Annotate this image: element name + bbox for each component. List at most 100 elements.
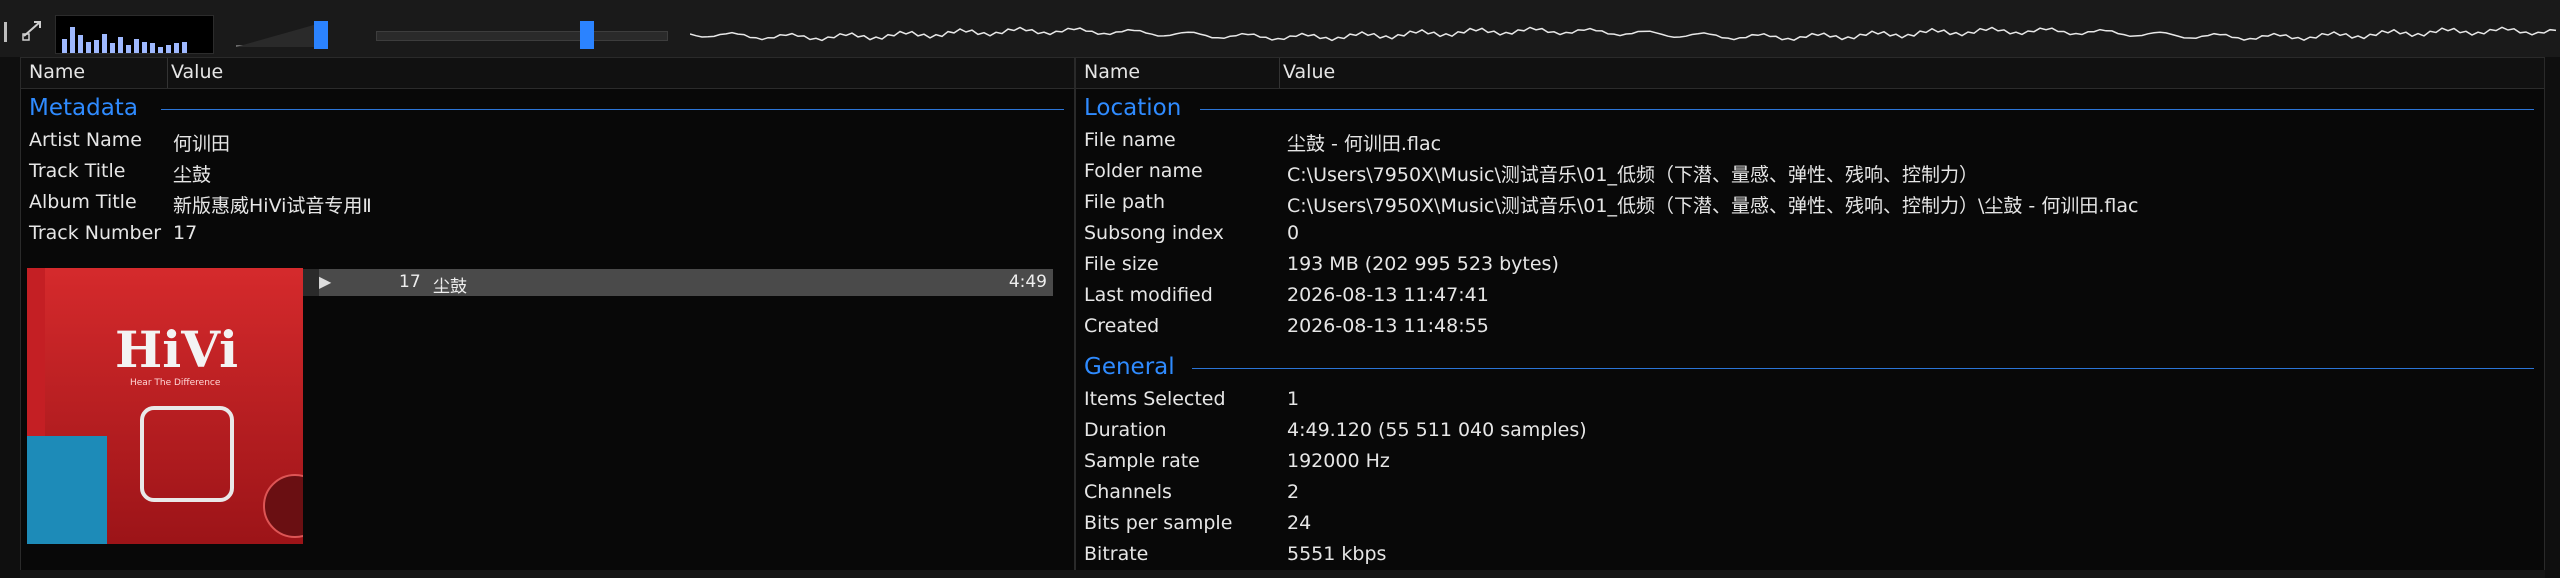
property-value: 2	[1287, 481, 1300, 503]
spectrum-bar	[134, 39, 139, 53]
cd-box-graphic	[27, 436, 107, 544]
track-title: 尘鼓	[433, 277, 467, 297]
properties-column-header: Name Value	[1076, 58, 2544, 89]
property-value: C:\Users\7950X\Music\测试音乐\01_低频（下潜、量感、弹性…	[1287, 195, 2139, 217]
property-row[interactable]: Duration 4:49.120 (55 511 040 samples)	[1076, 415, 2544, 446]
field-value: 新版惠威HiVi试音专用Ⅱ	[173, 195, 372, 217]
property-name: Items Selected	[1084, 388, 1226, 410]
property-name: File name	[1084, 129, 1176, 151]
field-value: 何训田	[173, 133, 231, 155]
property-value: 0	[1287, 222, 1300, 244]
property-name: Bits per sample	[1084, 512, 1233, 534]
property-row[interactable]: Subsong index 0	[1076, 218, 2544, 249]
property-name: Created	[1084, 315, 1160, 337]
property-row[interactable]: Created 2026-08-13 11:48:55	[1076, 311, 2544, 342]
property-row[interactable]: Items Selected 1	[1076, 384, 2544, 415]
column-name-header[interactable]: Name	[1084, 61, 1140, 83]
volume-knob[interactable]	[314, 21, 328, 49]
section-rule	[1200, 109, 2534, 110]
property-name: File size	[1084, 253, 1159, 275]
metadata-row[interactable]: Track Number 17	[21, 218, 1074, 249]
section-title-metadata: Metadata	[29, 95, 138, 121]
property-row[interactable]: File name 尘鼓 - 何训田.flac	[1076, 125, 2544, 156]
mini-playlist-row[interactable]: ▶ 17 尘鼓 4:49	[303, 269, 1053, 297]
property-value: 尘鼓 - 何训田.flac	[1287, 133, 1442, 155]
spectrum-bar	[126, 45, 131, 53]
field-name: Artist Name	[29, 129, 142, 151]
column-value-header[interactable]: Value	[171, 61, 223, 83]
property-row[interactable]: Last modified 2026-08-13 11:47:41	[1076, 280, 2544, 311]
property-name: Duration	[1084, 419, 1167, 441]
spectrum-bar	[86, 42, 91, 53]
vacuum-tube-graphic	[140, 406, 234, 502]
spectrum-visualizer[interactable]	[55, 15, 214, 54]
property-row[interactable]: Bitrate 5551 kbps	[1076, 539, 2544, 570]
seek-track	[376, 31, 668, 41]
spectrum-bar	[118, 37, 123, 53]
metadata-row[interactable]: Track Title 尘鼓	[21, 156, 1074, 187]
play-icon[interactable]: ▶	[319, 272, 331, 291]
spectrum-bar	[78, 35, 83, 53]
property-row[interactable]: Sample rate 192000 Hz	[1076, 446, 2544, 477]
metadata-panel: Name Value Metadata Artist Name 何训田 Trac…	[20, 57, 1075, 577]
album-cover-logo: HiVi	[115, 320, 239, 379]
property-value: 2026-08-13 11:48:55	[1287, 315, 1489, 337]
field-name: Track Title	[29, 160, 126, 182]
property-row[interactable]: Folder name C:\Users\7950X\Music\测试音乐\01…	[1076, 156, 2544, 187]
toolbar	[0, 0, 2560, 57]
property-row[interactable]: Bits per sample 24	[1076, 508, 2544, 539]
spectrum-bar	[102, 34, 107, 53]
property-name: File path	[1084, 191, 1166, 213]
horizontal-scrollbar[interactable]	[20, 570, 2545, 578]
property-value: 4:49.120 (55 511 040 samples)	[1287, 419, 1587, 441]
spectrum-bar	[166, 45, 171, 53]
property-value: C:\Users\7950X\Music\测试音乐\01_低频（下潜、量感、弹性…	[1287, 164, 1978, 186]
metadata-column-header: Name Value	[21, 58, 1074, 89]
property-name: Last modified	[1084, 284, 1213, 306]
seek-bar[interactable]	[372, 15, 672, 52]
spectrum-bar	[70, 27, 75, 53]
field-name: Track Number	[29, 222, 162, 244]
property-value: 192000 Hz	[1287, 450, 1390, 472]
spectrum-bar	[174, 43, 179, 53]
seek-knob[interactable]	[580, 21, 594, 49]
field-name: Album Title	[29, 191, 137, 213]
property-value: 1	[1287, 388, 1300, 410]
section-rule	[1192, 368, 2534, 369]
column-name-header[interactable]: Name	[29, 61, 85, 83]
column-divider[interactable]	[1279, 58, 1280, 88]
spectrum-bar	[142, 42, 147, 53]
property-name: Channels	[1084, 481, 1172, 503]
property-row[interactable]: Channels 2	[1076, 477, 2544, 508]
property-value: 193 MB (202 995 523 bytes)	[1287, 253, 1559, 275]
volume-slider[interactable]	[228, 15, 340, 52]
section-title-general: General	[1084, 354, 1175, 380]
field-value: 尘鼓	[173, 164, 212, 186]
toolbar-settings-icon[interactable]	[20, 18, 46, 42]
spectrum-bar	[110, 43, 115, 53]
column-value-header[interactable]: Value	[1283, 61, 1335, 83]
spectrum-bar	[158, 47, 163, 53]
track-number: 17	[399, 272, 421, 292]
track-duration: 4:49	[1008, 272, 1047, 292]
metadata-row[interactable]: Artist Name 何训田	[21, 125, 1074, 156]
property-row[interactable]: File size 193 MB (202 995 523 bytes)	[1076, 249, 2544, 280]
column-divider[interactable]	[167, 58, 168, 88]
property-name: Sample rate	[1084, 450, 1200, 472]
property-value: 5551 kbps	[1287, 543, 1387, 565]
property-row[interactable]: File path C:\Users\7950X\Music\测试音乐\01_低…	[1076, 187, 2544, 218]
album-art[interactable]: HiVi Hear The Difference	[27, 268, 303, 544]
field-value: 17	[173, 222, 198, 244]
album-cover-tagline: Hear The Difference	[130, 378, 221, 388]
metadata-section-heading: Metadata	[21, 91, 1074, 125]
toolbar-grip[interactable]	[4, 22, 7, 42]
property-name: Bitrate	[1084, 543, 1149, 565]
location-section-heading: Location	[1076, 91, 2544, 125]
property-name: Folder name	[1084, 160, 1203, 182]
spectrum-bar	[150, 43, 155, 53]
spectrum-bar	[62, 39, 67, 53]
spectrum-bar	[182, 42, 187, 53]
section-title-location: Location	[1084, 95, 1182, 121]
waveform-seekbar[interactable]	[690, 14, 2560, 54]
metadata-row[interactable]: Album Title 新版惠威HiVi试音专用Ⅱ	[21, 187, 1074, 218]
